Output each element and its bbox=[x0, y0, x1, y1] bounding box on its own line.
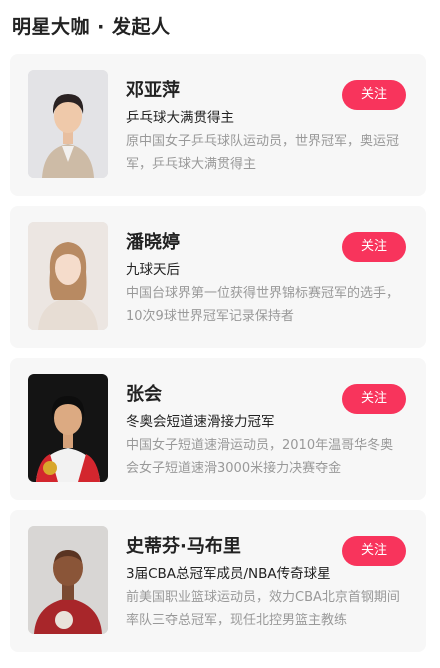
follow-button[interactable]: 关注 bbox=[342, 232, 406, 262]
person-description: 中国台球界第一位获得世界锦标赛冠军的选手，10次9球世界冠军记录保持者 bbox=[126, 286, 400, 324]
person-name: 史蒂芬·马布里 bbox=[126, 536, 241, 557]
person-card-pan-xiaoting[interactable]: 潘晓婷 九球天后 中国台球界第一位获得世界锦标赛冠军的选手，10次9球世界冠军记… bbox=[10, 206, 426, 348]
person-card-deng-yaping[interactable]: 邓亚萍 乒乓球大满贯得主 原中国女子乒乓球队运动员，世界冠军，奥运冠军，乒乓球大… bbox=[10, 54, 426, 196]
person-description: 前美国职业篮球运动员，效力CBA北京首钢期间率队三夺总冠军，现任北控男篮主教练 bbox=[126, 590, 400, 628]
follow-button[interactable]: 关注 bbox=[342, 384, 406, 414]
person-card-zhang-hui[interactable]: 张会 冬奥会短道速滑接力冠军 中国女子短道速滑运动员，2010年温哥华冬奥会女子… bbox=[10, 358, 426, 500]
follow-button[interactable]: 关注 bbox=[342, 80, 406, 110]
follow-button[interactable]: 关注 bbox=[342, 536, 406, 566]
section-title: 明星大咖 · 发起人 bbox=[12, 16, 171, 38]
person-name: 邓亚萍 bbox=[126, 80, 180, 101]
person-description: 中国女子短道速滑运动员，2010年温哥华冬奥会女子短道速滑3000米接力决赛夺金 bbox=[126, 438, 394, 476]
person-title: 3届CBA总冠军成员/NBA传奇球星 bbox=[126, 566, 331, 582]
person-name: 潘晓婷 bbox=[126, 232, 180, 253]
person-title: 九球天后 bbox=[126, 262, 180, 278]
person-description: 原中国女子乒乓球队运动员，世界冠军，奥运冠军，乒乓球大满贯得主 bbox=[126, 134, 400, 172]
person-name: 张会 bbox=[126, 384, 162, 405]
person-title: 乒乓球大满贯得主 bbox=[126, 110, 234, 126]
avatar bbox=[28, 374, 108, 482]
avatar bbox=[28, 70, 108, 178]
avatar bbox=[28, 526, 108, 634]
avatar bbox=[28, 222, 108, 330]
person-card-stephon-marbury[interactable]: 史蒂芬·马布里 3届CBA总冠军成员/NBA传奇球星 前美国职业篮球运动员，效力… bbox=[10, 510, 426, 652]
person-title: 冬奥会短道速滑接力冠军 bbox=[126, 414, 275, 430]
